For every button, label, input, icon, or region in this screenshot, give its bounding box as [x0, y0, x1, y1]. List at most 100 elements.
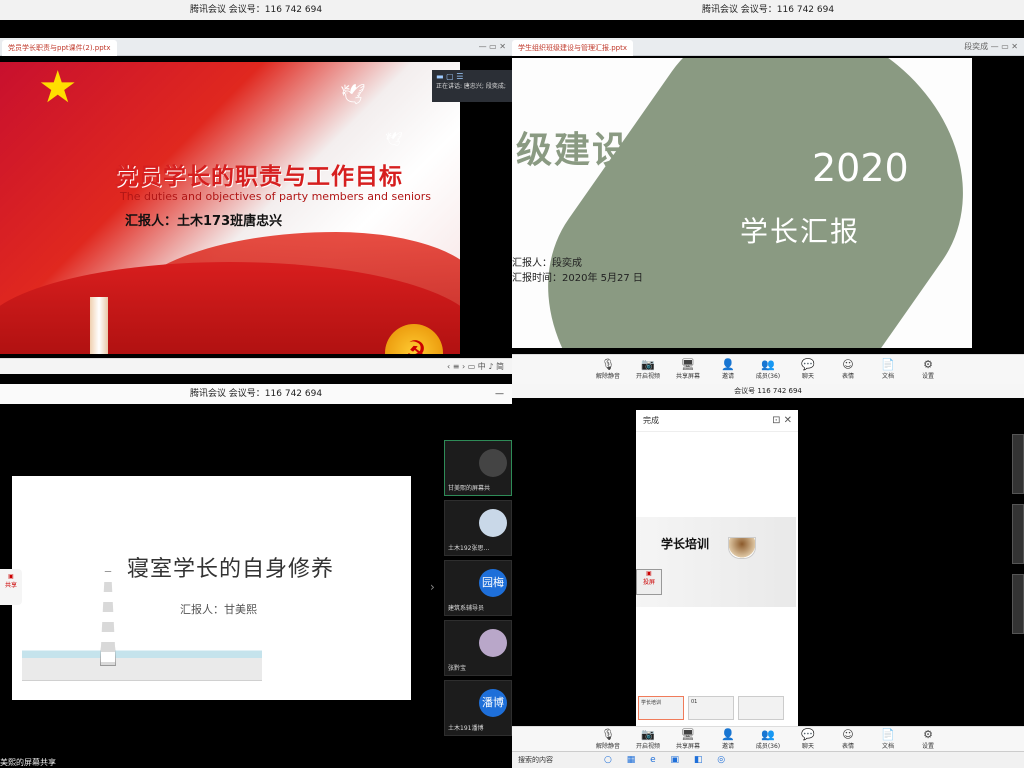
browser-tab-bar: 党员学长职责与ppt课件(2).pptx — ▭ ✕	[0, 38, 512, 56]
speaking-panel[interactable]: ▬ ▢ ☰ 正在讲话: 唐忠兴; 段奕成;	[432, 70, 512, 102]
reporter: 汇报人：段奕成	[512, 258, 582, 269]
slide-reporter-block: 汇报人：段奕成 汇报时间：2020年 5月27 日	[512, 256, 643, 286]
participant-tile[interactable]: 潘博 土木191潘博	[444, 680, 512, 736]
tab-pptx[interactable]: 党员学长职责与ppt课件(2).pptx	[2, 40, 117, 56]
share-screen-button[interactable]: 🖥 共享屏幕	[673, 727, 703, 752]
emoji-icon: ☺	[842, 728, 854, 741]
meeting-title: 腾讯会议 会议号：116 742 694	[189, 389, 323, 399]
screen-share-label: 美熙的屏幕共享	[0, 758, 56, 767]
slide-dorm-self-cultivation: 寝室学长的自身修养 汇报人：甘美熙	[12, 476, 411, 700]
quadrant-bottom-right: 会议号 116 742 694 完成 ⊡ ✕ 学长培训 学长培训 01 ▣ 投屏…	[512, 384, 1024, 768]
chevron-right-icon[interactable]: ›	[430, 580, 435, 594]
chat-button[interactable]: 💬 聊天	[793, 355, 823, 384]
minimize-icon[interactable]: —	[495, 384, 504, 404]
meeting-toolbar: 🎙 解除静音 📷 开启视频 🖥 共享屏幕 👤 邀请 👥 成员(36) 💬 聊天 ☺ 表情 📄 文…	[512, 354, 1024, 384]
taskbar-app-icons[interactable]: ○ ▦ e ▣ ◧ ◎	[604, 752, 731, 768]
share-chip[interactable]: ▣ 共享	[0, 569, 22, 605]
emoji-button[interactable]: ☺ 表情	[833, 727, 863, 752]
settings-button[interactable]: ⚙ 设置	[913, 727, 943, 752]
participant-name: 甘美熙的屏幕共	[448, 485, 491, 492]
participant-tile[interactable]: 土木192张思…	[444, 500, 512, 556]
slide-reporter: 汇报人：土木173班唐忠兴	[125, 214, 283, 229]
screen-cast-chip[interactable]: ▣ 投屏	[636, 569, 662, 595]
phone-screen-share: 完成 ⊡ ✕ 学长培训 学长培训 01	[636, 410, 798, 726]
meeting-id: 会议号 116 742 694	[734, 387, 802, 395]
participant-list: 甘美熙的屏幕共 土木192张思… 园梅 建筑系辅导员 张黔宝 潘博 土木191潘…	[444, 440, 512, 740]
avatar	[479, 449, 507, 477]
members-icon: 👥	[761, 358, 775, 371]
camera-icon: 📷	[641, 358, 655, 371]
mute-button[interactable]: 🎙 解除静音	[593, 727, 623, 752]
members-icon: 👥	[761, 728, 775, 741]
invite-icon: 👤	[721, 728, 735, 741]
avatar	[479, 509, 507, 537]
slide-reporter: 汇报人：甘美熙	[180, 603, 257, 616]
close-icon[interactable]: ⊡ ✕	[772, 410, 792, 432]
town-sketch	[22, 631, 262, 681]
chat-icon: 💬	[801, 728, 815, 741]
meeting-title-bar: 腾讯会议 会议号：116 742 694	[512, 0, 1024, 20]
speaking-label: 正在讲话: 唐忠兴; 段奕成;	[436, 83, 506, 90]
thumbnail[interactable]: 学长培训	[638, 696, 684, 720]
thumbnail[interactable]: 01	[688, 696, 734, 720]
slide-subtitle: The duties and objectives of party membe…	[120, 190, 431, 203]
participant-tile[interactable]	[1012, 504, 1024, 564]
settings-button[interactable]: ⚙ 设置	[913, 355, 943, 384]
participant-name: 张黔宝	[448, 665, 467, 672]
quadrant-top-right: 腾讯会议 会议号：116 742 694 学生组织班级建设与管理汇报.pptx …	[512, 0, 1024, 384]
avatar	[479, 629, 507, 657]
taskbar-search[interactable]: 搜索的内容	[518, 756, 553, 764]
window-controls[interactable]: — ▭ ✕	[479, 40, 506, 54]
thumbnail[interactable]	[738, 696, 784, 720]
docs-button[interactable]: 📄 文档	[873, 727, 903, 752]
report-time: 汇报时间：2020年 5月27 日	[512, 273, 643, 284]
slide-title: 学长培训	[661, 537, 710, 551]
participant-tile[interactable]	[1012, 434, 1024, 494]
screen-share-icon: ▣	[8, 573, 14, 580]
tab-pptx[interactable]: 学生组织班级建设与管理汇报.pptx	[512, 40, 633, 56]
mute-button[interactable]: 🎙 解除静音	[593, 355, 623, 384]
participant-tile[interactable]: 园梅 建筑系辅导员	[444, 560, 512, 616]
chat-button[interactable]: 💬 聊天	[793, 727, 823, 752]
done-button[interactable]: 完成	[643, 416, 659, 425]
slide-year: 2020	[812, 146, 909, 190]
slide-subtitle: 学长汇报	[740, 215, 861, 248]
members-button[interactable]: 👥 成员(36)	[753, 727, 783, 752]
slide-thumbnails: 学长培训 01	[636, 696, 796, 722]
docs-button[interactable]: 📄 文档	[873, 355, 903, 384]
slide-title: 寝室学长的自身修养	[127, 557, 335, 582]
lighthouse-sketch	[100, 571, 116, 666]
emoji-button[interactable]: ☺ 表情	[833, 355, 863, 384]
mic-icon: 🎙	[601, 358, 615, 371]
panel-controls[interactable]: ▬ ▢ ☰	[436, 72, 508, 81]
slide-navigation[interactable]: ‹ ≡ › ▭ 中 ♪ 简	[0, 358, 512, 374]
participant-tile[interactable]	[1012, 574, 1024, 634]
chat-icon: 💬	[801, 358, 815, 371]
participant-name: 建筑系辅导员	[448, 605, 485, 612]
members-button[interactable]: 👥 成员(36)	[753, 355, 783, 384]
emoji-icon: ☺	[842, 358, 854, 371]
avatar: 园梅	[479, 569, 507, 597]
meeting-toolbar: 🎙 解除静音 📷 开启视频 🖥 共享屏幕 👤 邀请 👥 成员(36) 💬 聊天 ☺ 表情 📄 文…	[512, 726, 1024, 752]
user-name: 段奕成	[964, 42, 989, 51]
share-screen-button[interactable]: 🖥 共享屏幕	[673, 355, 703, 384]
slide-class-management: 级建设与管理 2020 学长汇报 汇报人：段奕成 汇报时间：2020年 5月27…	[512, 58, 972, 348]
green-shape	[512, 58, 972, 348]
invite-icon: 👤	[721, 358, 735, 371]
screen-share-icon: ▣	[646, 570, 652, 577]
participant-tile[interactable]: 甘美熙的屏幕共	[444, 440, 512, 496]
video-button[interactable]: 📷 开启视频	[633, 355, 663, 384]
participant-tile[interactable]: 张黔宝	[444, 620, 512, 676]
huabiao-pillar	[90, 297, 108, 354]
window-controls[interactable]: 段奕成 — ▭ ✕	[964, 40, 1018, 54]
meeting-title-bar: 腾讯会议 会议号：116 742 694	[0, 0, 512, 20]
right-participant-strip	[1012, 434, 1024, 724]
phone-top-bar: 完成 ⊡ ✕	[636, 410, 798, 432]
windows-taskbar: 搜索的内容 ○ ▦ e ▣ ◧ ◎	[512, 751, 1024, 768]
quadrant-bottom-left: 腾讯会议 会议号：116 742 694 — 寝室学长的自身修养 汇报人：甘美熙…	[0, 384, 512, 768]
video-button[interactable]: 📷 开启视频	[633, 727, 663, 752]
meeting-title: 腾讯会议 会议号：116 742 694	[701, 5, 835, 15]
invite-button[interactable]: 👤 邀请	[713, 355, 743, 384]
meeting-title-bar: 腾讯会议 会议号：116 742 694 —	[0, 384, 512, 404]
invite-button[interactable]: 👤 邀请	[713, 727, 743, 752]
